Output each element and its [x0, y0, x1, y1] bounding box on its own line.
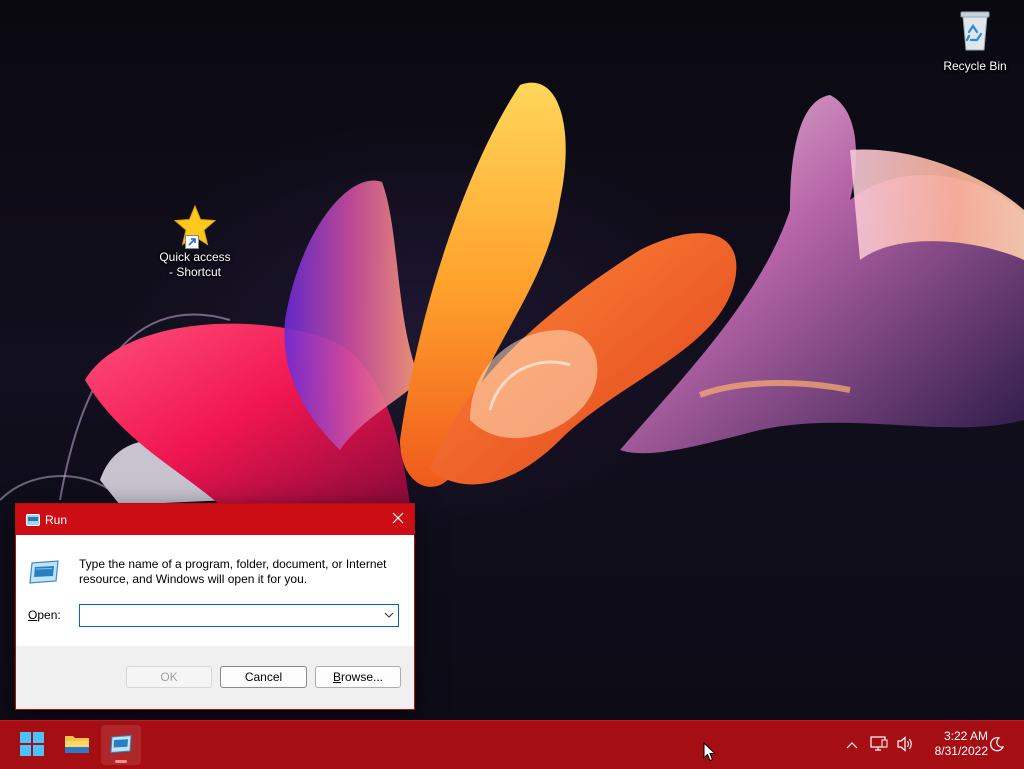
shortcut-arrow-icon [185, 235, 199, 249]
browse-accelerator: B [332, 670, 341, 684]
browse-label-text: rowse... [341, 670, 384, 684]
taskbar-file-explorer[interactable] [57, 725, 97, 765]
show-hidden-icons-button[interactable] [842, 721, 862, 769]
clock-date: 8/31/2022 [934, 744, 988, 758]
desktop-icon-quick-access-shortcut[interactable]: Quick access - Shortcut [157, 204, 233, 280]
run-program-icon [28, 559, 60, 588]
windows-start-icon [20, 731, 44, 759]
volume-button[interactable] [894, 721, 916, 769]
chevron-up-icon [846, 738, 858, 752]
run-dialog-titlebar[interactable]: Run [16, 504, 414, 535]
network-button[interactable] [869, 721, 889, 769]
folder-icon [64, 733, 90, 758]
run-dialog-footer: OK Cancel Browse... [16, 646, 414, 709]
mouse-cursor-icon [703, 741, 717, 765]
desktop-icon-label-line2: - Shortcut [168, 265, 222, 279]
taskbar-run[interactable] [101, 725, 141, 765]
start-button[interactable] [12, 725, 52, 765]
run-dialog-title: Run [45, 513, 68, 527]
clock-time: 3:22 AM [943, 729, 988, 743]
open-label: Open: [28, 608, 61, 622]
active-indicator [115, 760, 127, 763]
chevron-down-icon[interactable] [382, 608, 396, 622]
ok-button[interactable]: OK [126, 666, 212, 688]
run-icon [26, 514, 40, 529]
desktop-icon-label-line1: Quick access [159, 250, 231, 264]
run-dialog: Run Type the name of a program, folder, … [15, 503, 415, 710]
desktop-icon-label: Recycle Bin [943, 59, 1007, 73]
close-icon [392, 512, 404, 527]
run-dialog-body: Type the name of a program, folder, docu… [16, 535, 414, 646]
star-icon [173, 204, 217, 249]
open-combobox[interactable] [79, 604, 399, 627]
recycle-bin-icon [937, 8, 1013, 56]
open-label-accelerator: O [28, 608, 38, 622]
run-icon [109, 734, 133, 757]
taskbar: 3:22 AM 8/31/2022 [0, 720, 1024, 769]
close-button[interactable] [382, 504, 414, 535]
focus-assist-button[interactable] [986, 721, 1008, 769]
open-input[interactable] [80, 605, 378, 624]
desktop-icon-recycle-bin[interactable]: Recycle Bin [937, 8, 1013, 74]
focus-assist-icon [989, 736, 1005, 755]
network-icon [870, 735, 888, 755]
taskbar-clock[interactable]: 3:22 AM 8/31/2022 [924, 729, 988, 759]
browse-button[interactable]: Browse... [315, 666, 401, 688]
volume-icon [896, 735, 914, 755]
run-dialog-description: Type the name of a program, folder, docu… [79, 557, 387, 586]
cancel-button[interactable]: Cancel [220, 666, 307, 688]
open-label-text: pen: [37, 608, 61, 622]
